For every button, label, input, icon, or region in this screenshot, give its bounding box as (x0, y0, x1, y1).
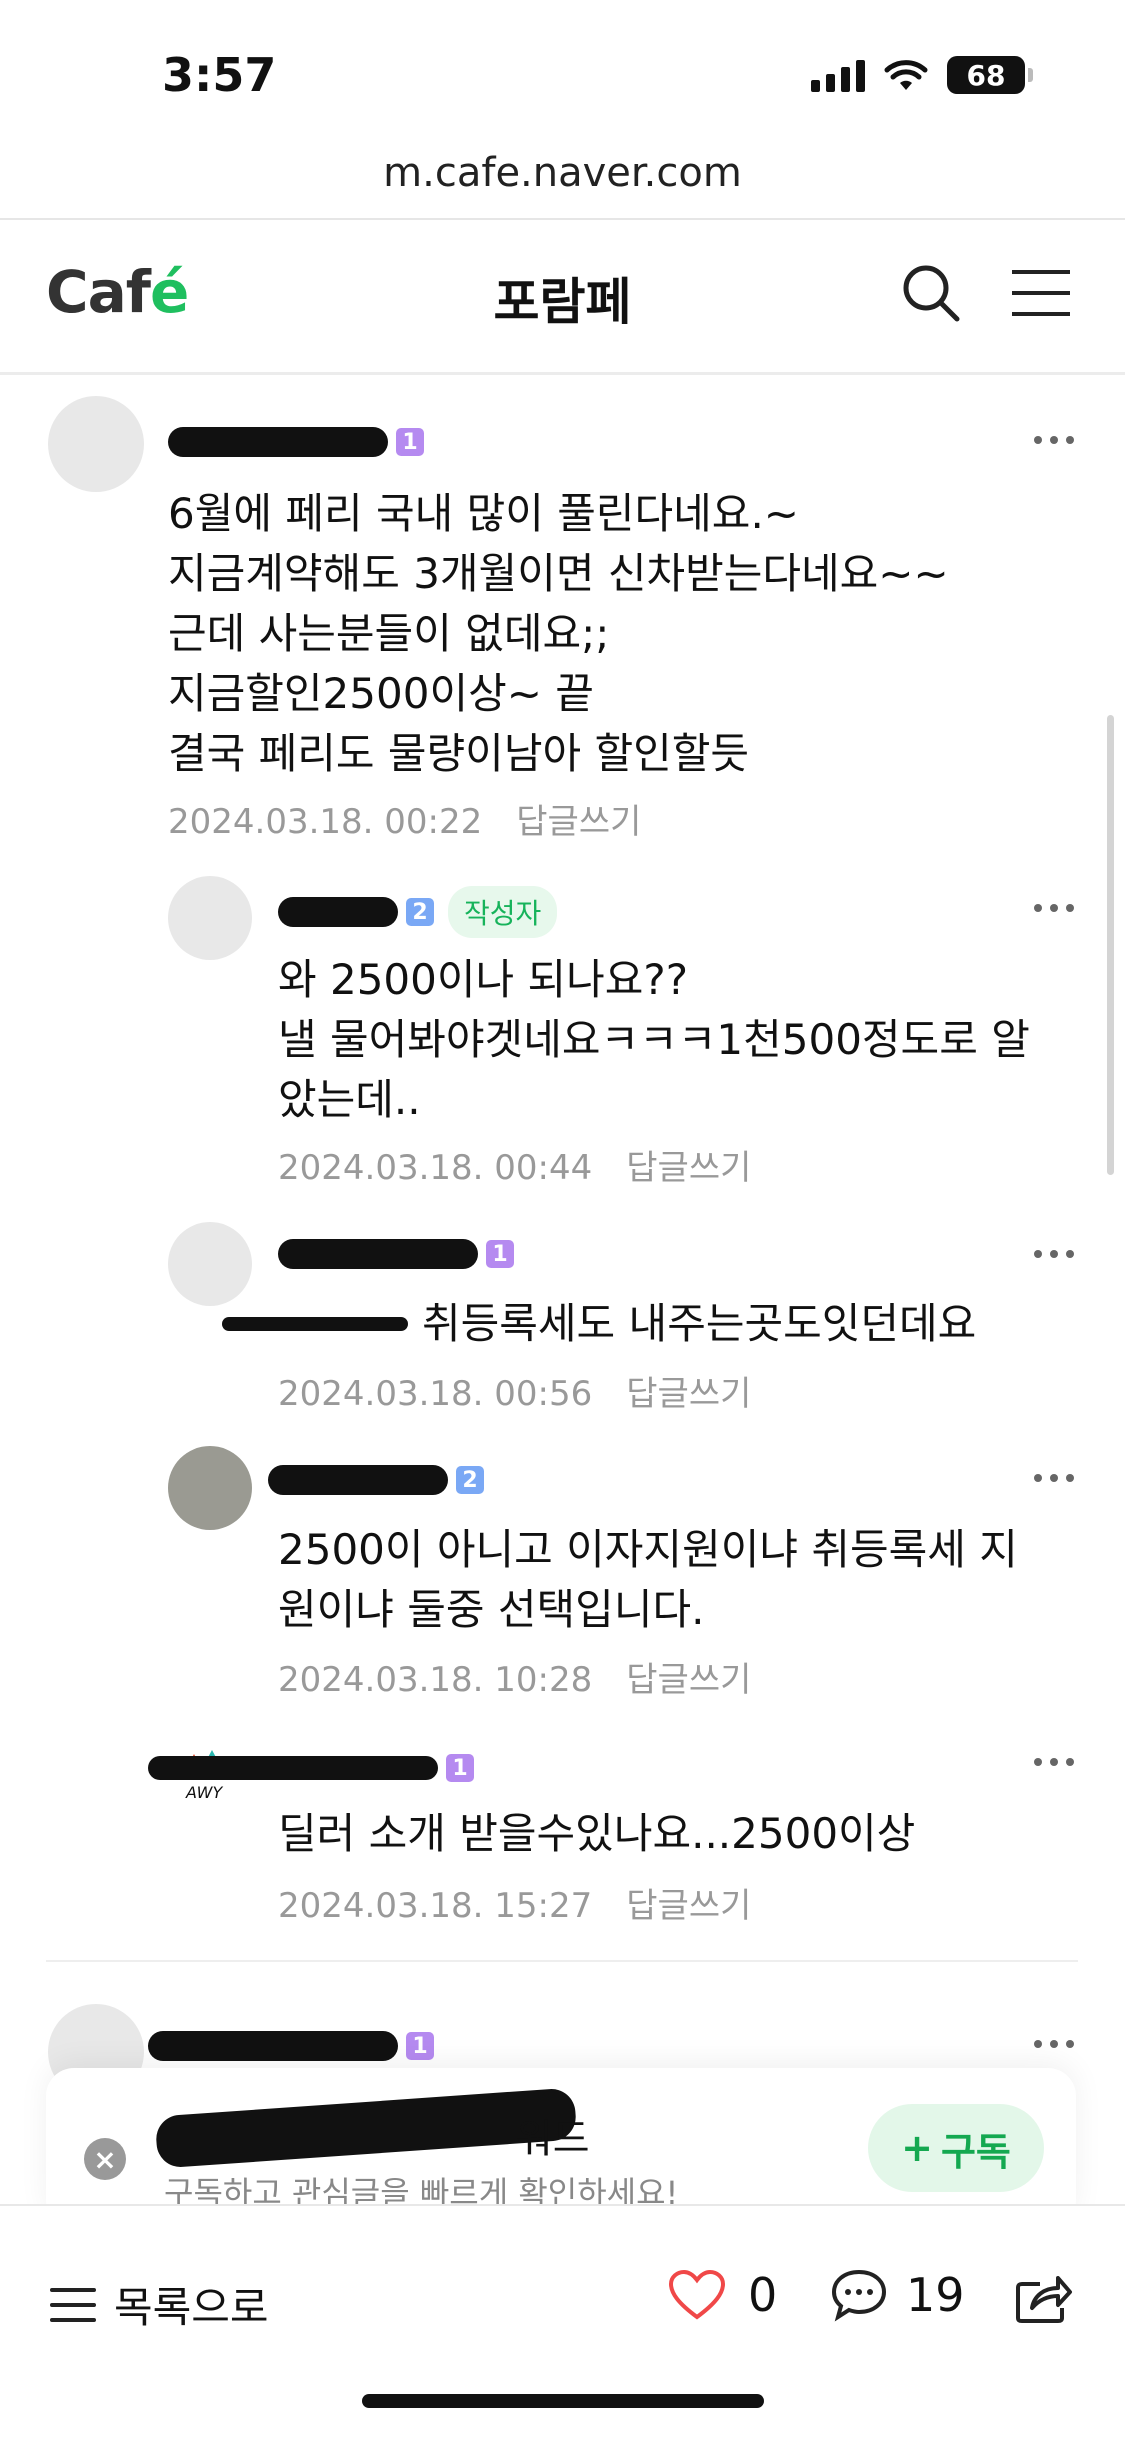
menu-icon[interactable] (1010, 268, 1072, 318)
like-count: 0 (748, 2268, 778, 2322)
level-badge: 1 (446, 1754, 474, 1782)
comment-text: 2500이 아니고 이자지원이냐 취등록세 지 원이냐 둘중 선택입니다. (278, 1525, 1018, 1634)
share-icon[interactable] (1014, 2270, 1074, 2324)
comment-text: 딜러 소개 받을수있나요...2500이상 (278, 1809, 916, 1858)
comment-text: 6월에 페리 국내 많이 풀린다네요.~ 지금계약해도 3개월이면 신차받는다네… (168, 489, 949, 778)
redacted-nickname (148, 2031, 398, 2061)
list-icon (50, 2287, 96, 2322)
comment-text: 취등록세도 내주는곳도잇던데요 (222, 1294, 976, 1354)
heart-icon (668, 2269, 726, 2320)
battery-indicator: 68 (947, 56, 1033, 94)
back-to-list-button[interactable]: 목록으로 (50, 2274, 269, 2335)
level-badge: 2 (406, 898, 434, 926)
reply-button[interactable]: 답글쓰기 (626, 1148, 751, 1188)
comment-count: 19 (906, 2268, 965, 2322)
comment-author[interactable]: 1 (148, 1746, 474, 1790)
redacted-nickname (268, 1465, 448, 1495)
level-badge: 2 (456, 1466, 484, 1494)
comment-meta: 2024.03.18. 00:44 답글쓰기 (278, 1140, 751, 1189)
like-button[interactable]: 0 (668, 2268, 777, 2322)
comment-date: 2024.03.18. 00:56 (278, 1374, 593, 1414)
banner-title: 워드 (516, 2116, 590, 2162)
redacted-nickname (168, 427, 388, 457)
redacted-nickname (278, 897, 398, 927)
comment-author[interactable]: 1 (278, 1232, 514, 1276)
comment-date: 2024.03.18. 00:22 (168, 802, 483, 842)
header-divider (0, 372, 1125, 375)
redacted-mention[interactable] (222, 1317, 408, 1331)
more-options-icon[interactable] (1024, 1234, 1084, 1274)
reply-button[interactable]: 답글쓰기 (626, 1886, 751, 1926)
reply-button[interactable]: 답글쓰기 (516, 802, 641, 842)
cellular-signal-icon (811, 58, 865, 92)
more-options-icon[interactable] (1024, 420, 1084, 460)
redacted-banner-title (154, 2087, 578, 2169)
comment-date: 2024.03.18. 15:27 (278, 1886, 593, 1926)
browser-divider (0, 218, 1125, 220)
comment-date: 2024.03.18. 00:44 (278, 1148, 593, 1188)
comment-author[interactable]: 2 작성자 (278, 886, 558, 938)
comment-meta: 2024.03.18. 15:27 답글쓰기 (278, 1878, 751, 1927)
comment-author[interactable]: 1 (168, 420, 424, 464)
comment-text: 와 2500이나 되나요?? 낼 물어봐야겟네요ㅋㅋㅋ1천500정도로 알 았는… (278, 955, 1030, 1124)
avatar[interactable] (48, 396, 144, 492)
more-options-icon[interactable] (1024, 1742, 1084, 1782)
comment-button[interactable]: 19 (830, 2268, 965, 2322)
status-icons: 68 (811, 56, 1033, 94)
url-bar[interactable]: m.cafe.naver.com (0, 150, 1125, 196)
comment-meta: 2024.03.18. 00:56 답글쓰기 (278, 1366, 751, 1415)
writer-badge: 작성자 (448, 886, 558, 938)
level-badge: 1 (406, 2032, 434, 2060)
more-options-icon[interactable] (1024, 2024, 1084, 2064)
more-options-icon[interactable] (1024, 1458, 1084, 1498)
comment-author[interactable]: 2 (268, 1458, 484, 1502)
level-badge: 1 (486, 1240, 514, 1268)
comment-meta: 2024.03.18. 00:22 답글쓰기 (168, 794, 641, 843)
redacted-nickname (278, 1239, 478, 1269)
avatar[interactable] (168, 1446, 252, 1530)
scrollbar[interactable] (1107, 715, 1114, 1175)
plus-icon: + (901, 2126, 933, 2170)
wifi-icon (884, 60, 928, 90)
comment-divider (46, 1960, 1078, 1962)
comment-author[interactable]: 1 (148, 2024, 434, 2068)
more-options-icon[interactable] (1024, 888, 1084, 928)
comment-icon (831, 2269, 887, 2322)
redacted-nickname (148, 1756, 438, 1780)
subscribe-button[interactable]: + 구독 (868, 2104, 1044, 2192)
level-badge: 1 (396, 428, 424, 456)
comment-date: 2024.03.18. 10:28 (278, 1660, 593, 1700)
close-icon[interactable]: × (84, 2138, 126, 2180)
avatar[interactable] (168, 876, 252, 960)
search-icon[interactable] (900, 262, 962, 324)
reply-button[interactable]: 답글쓰기 (626, 1660, 751, 1700)
status-time: 3:57 (162, 48, 277, 102)
reply-button[interactable]: 답글쓰기 (626, 1374, 751, 1414)
comment-meta: 2024.03.18. 10:28 답글쓰기 (278, 1652, 751, 1701)
home-indicator[interactable] (362, 2394, 764, 2408)
